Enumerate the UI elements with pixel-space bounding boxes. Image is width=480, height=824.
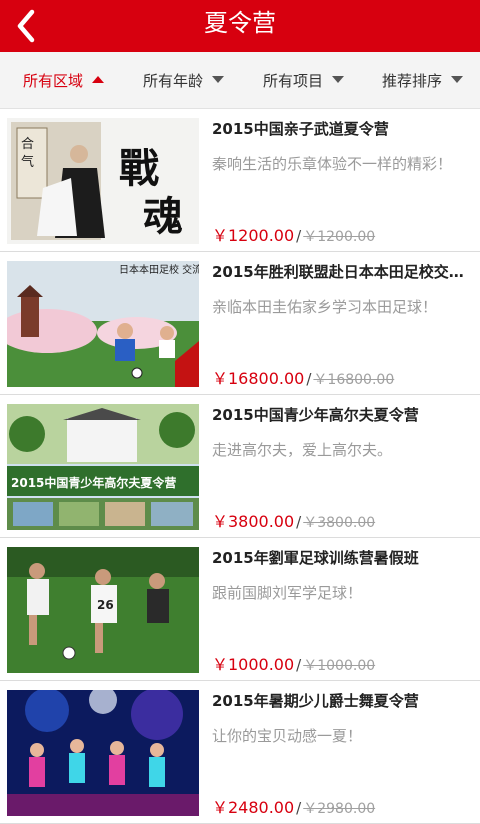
camp-description: 亲临本田圭佑家乡学习本田足球！ xyxy=(212,298,438,316)
filter-sort[interactable]: 推荐排序 xyxy=(382,52,464,108)
caret-down-icon xyxy=(212,76,225,83)
caret-up-icon xyxy=(92,76,105,83)
camp-price: ￥2480.00 xyxy=(212,798,295,817)
camp-description: 跟前国脚刘军学足球！ xyxy=(212,584,363,602)
filter-age-label: 所有年龄 xyxy=(143,72,204,90)
price-line: ￥3800.00/￥3800.00 xyxy=(212,512,376,531)
svg-text:戰: 戰 xyxy=(119,146,159,192)
list-item[interactable]: 合 气 戰 魂 2015中国亲子武道夏令营 秦响生活的乐章体验不一样的精彩！ ￥… xyxy=(0,109,480,252)
camp-list: 合 气 戰 魂 2015中国亲子武道夏令营 秦响生活的乐章体验不一样的精彩！ ￥… xyxy=(0,109,480,824)
caret-down-icon xyxy=(451,76,464,83)
image-caption: 2015中国青少年高尔夫夏令营 xyxy=(11,475,176,490)
camp-original-price: ￥1200.00 xyxy=(303,229,376,245)
list-item[interactable]: 2015年暑期少儿爵士舞夏令营 让你的宝贝动感一夏！ ￥2480.00/￥298… xyxy=(0,681,480,824)
svg-text:合: 合 xyxy=(21,137,34,152)
camp-title: 2015年暑期少儿爵士舞夏令营 xyxy=(212,692,419,710)
camp-thumbnail-soccer-japan: 日本本田足校 交流之旅 xyxy=(7,261,199,387)
camp-description: 走进高尔夫，爱上高尔夫。 xyxy=(212,441,393,459)
camp-title: 2015中国亲子武道夏令营 xyxy=(212,120,389,138)
list-item[interactable]: 2015中国青少年高尔夫夏令营 2015中国青少年高尔夫夏令营 走进高尔夫，爱上… xyxy=(0,395,480,538)
filter-region[interactable]: 所有区域 xyxy=(23,52,105,108)
camp-title: 2015中国青少年高尔夫夏令营 xyxy=(212,406,419,424)
filter-age[interactable]: 所有年龄 xyxy=(143,52,225,108)
camp-original-price: ￥2980.00 xyxy=(303,801,376,817)
caret-down-icon xyxy=(332,76,345,83)
filter-bar: 所有区域 所有年龄 所有项目 推荐排序 xyxy=(0,52,480,109)
price-line: ￥2480.00/￥2980.00 xyxy=(212,798,376,817)
camp-description: 让你的宝贝动感一夏！ xyxy=(212,727,363,745)
camp-original-price: ￥1000.00 xyxy=(303,658,376,674)
camp-thumbnail-jazz-dance xyxy=(7,690,199,816)
svg-text:26: 26 xyxy=(97,598,114,612)
camp-original-price: ￥3800.00 xyxy=(303,515,376,531)
list-item[interactable]: 26 2015年劉軍足球训练营暑假班 跟前国脚刘军学足球！ ￥1000.00/￥… xyxy=(0,538,480,681)
filter-sort-label: 推荐排序 xyxy=(382,72,443,90)
top-bar: 夏令营 xyxy=(0,0,480,52)
price-line: ￥16800.00/￥16800.00 xyxy=(212,369,395,388)
filter-project[interactable]: 所有项目 xyxy=(263,52,345,108)
image-caption: 日本本田足校 交流之旅 xyxy=(119,263,199,276)
camp-description: 秦响生活的乐章体验不一样的精彩！ xyxy=(212,155,453,173)
page-title: 夏令营 xyxy=(204,9,276,37)
svg-text:气: 气 xyxy=(21,154,34,170)
filter-project-label: 所有项目 xyxy=(263,72,324,90)
camp-thumbnail-golf: 2015中国青少年高尔夫夏令营 xyxy=(7,404,199,530)
svg-text:魂: 魂 xyxy=(143,194,183,240)
camp-title: 2015年劉軍足球训练营暑假班 xyxy=(212,549,419,567)
camp-title: 2015年胜利联盟赴日本本田足校交流之旅 xyxy=(212,263,470,281)
price-line: ￥1200.00/￥1200.00 xyxy=(212,226,376,245)
price-line: ￥1000.00/￥1000.00 xyxy=(212,655,376,674)
camp-original-price: ￥16800.00 xyxy=(313,372,395,388)
camp-price: ￥1000.00 xyxy=(212,655,295,674)
camp-thumbnail-soccer-training: 26 xyxy=(7,547,199,673)
list-item[interactable]: 日本本田足校 交流之旅 2015年胜利联盟赴日本本田足校交流之旅 亲临本田圭佑家… xyxy=(0,252,480,395)
camp-thumbnail-martial-arts: 合 气 戰 魂 xyxy=(7,118,199,244)
filter-region-label: 所有区域 xyxy=(23,72,84,90)
camp-price: ￥1200.00 xyxy=(212,226,295,245)
camp-price: ￥16800.00 xyxy=(212,369,305,388)
camp-price: ￥3800.00 xyxy=(212,512,295,531)
